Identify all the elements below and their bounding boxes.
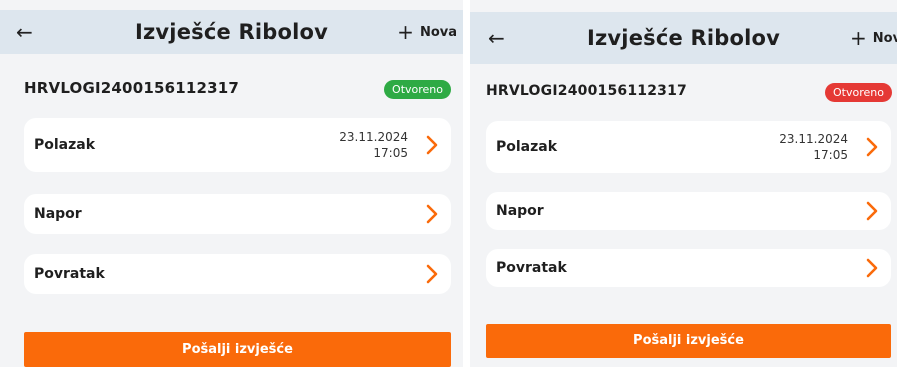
- section-card-polazak[interactable]: Polazak 23.11.2024 17:05: [24, 118, 451, 172]
- screen-open-report-red: ← Izvješće Ribolov + Nova HRVLOGI2400156…: [470, 0, 897, 367]
- page-title: Izvješće Ribolov: [586, 26, 780, 50]
- chevron-right-icon: [866, 137, 878, 157]
- plus-icon: +: [397, 20, 414, 44]
- new-report-label: Nova: [872, 30, 897, 46]
- departure-date: 23.11.2024: [339, 130, 408, 144]
- section-card-napor[interactable]: Napor: [24, 194, 451, 234]
- new-report-button[interactable]: + Nova: [397, 22, 457, 42]
- section-card-polazak[interactable]: Polazak 23.11.2024 17:05: [486, 121, 891, 173]
- departure-date: 23.11.2024: [779, 132, 848, 146]
- departure-datetime: 23.11.2024 17:05: [339, 129, 408, 161]
- departure-datetime: 23.11.2024 17:05: [779, 131, 848, 163]
- departure-time: 17:05: [813, 148, 848, 162]
- plus-icon: +: [850, 26, 867, 50]
- app-header: ← Izvješće Ribolov + Nova: [470, 12, 897, 64]
- new-report-label: Nova: [419, 24, 457, 40]
- section-label: Napor: [496, 203, 544, 219]
- report-id: HRVLOGI2400156112317: [486, 83, 687, 99]
- section-card-povratak[interactable]: Povratak: [486, 249, 891, 287]
- screen-open-report-green: ← Izvješće Ribolov + Nova HRVLOGI2400156…: [0, 0, 463, 367]
- chevron-right-icon: [426, 135, 438, 155]
- new-report-button[interactable]: + Nova: [850, 28, 897, 48]
- section-card-povratak[interactable]: Povratak: [24, 254, 451, 294]
- chevron-right-icon: [866, 201, 878, 221]
- chevron-right-icon: [426, 264, 438, 284]
- section-label: Polazak: [34, 137, 96, 153]
- section-label: Povratak: [496, 260, 567, 276]
- status-badge: Otvoreno: [825, 83, 892, 102]
- section-card-napor[interactable]: Napor: [486, 192, 891, 230]
- departure-time: 17:05: [373, 146, 408, 160]
- report-id: HRVLOGI2400156112317: [24, 79, 240, 97]
- send-report-button[interactable]: Pošalji izvješće: [486, 324, 891, 358]
- app-header: ← Izvješće Ribolov + Nova: [0, 10, 463, 54]
- status-badge: Otvoreno: [384, 80, 451, 99]
- chevron-right-icon: [866, 258, 878, 278]
- chevron-right-icon: [426, 204, 438, 224]
- section-label: Povratak: [34, 266, 105, 282]
- section-label: Polazak: [496, 139, 558, 155]
- page-title: Izvješće Ribolov: [134, 20, 328, 44]
- section-label: Napor: [34, 206, 82, 222]
- send-report-button[interactable]: Pošalji izvješće: [24, 332, 451, 367]
